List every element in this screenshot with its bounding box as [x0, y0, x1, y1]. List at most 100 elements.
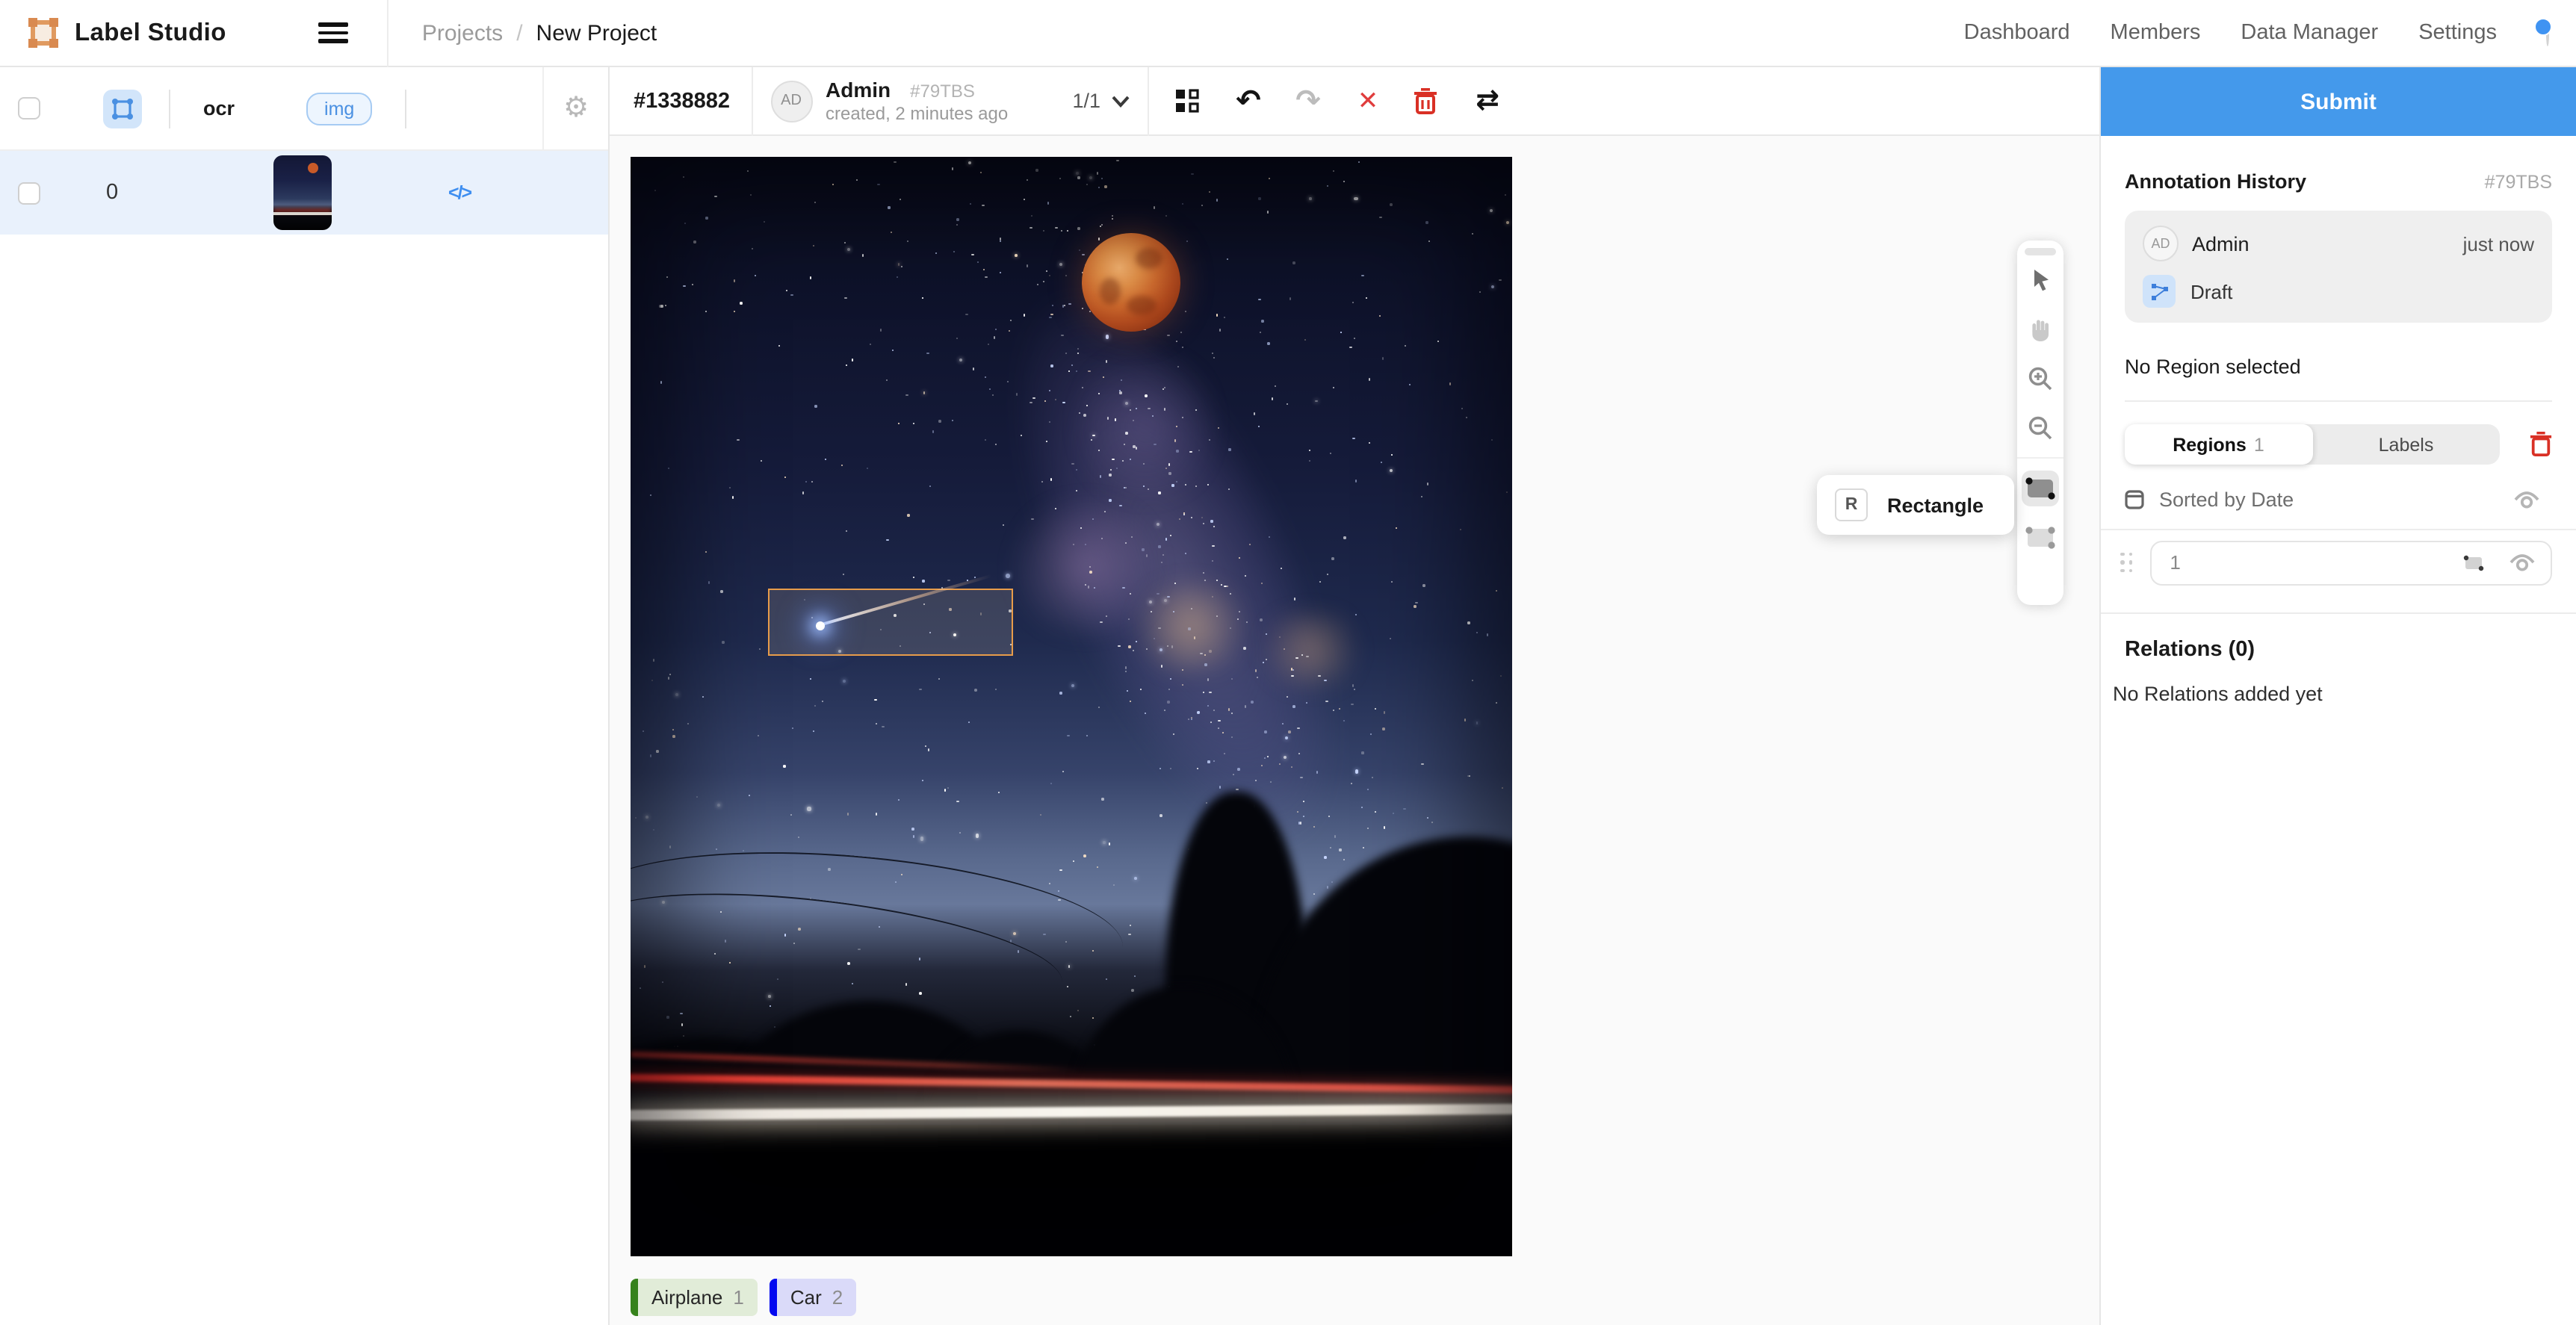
- region-item-box[interactable]: 1: [2150, 540, 2552, 585]
- history-user-name: Admin: [2192, 232, 2250, 255]
- user-avatar[interactable]: [2546, 21, 2549, 45]
- nav-dashboard[interactable]: Dashboard: [1964, 21, 2070, 45]
- annotation-image[interactable]: [631, 157, 1512, 1256]
- tools-drag-handle[interactable]: [2025, 248, 2056, 255]
- label-chip-airplane[interactable]: Airplane 1: [631, 1279, 758, 1316]
- car-color-bar: [770, 1279, 777, 1316]
- column-ocr-label[interactable]: ocr: [203, 97, 235, 120]
- breadcrumb-projects[interactable]: Projects: [422, 20, 503, 46]
- nav-settings[interactable]: Settings: [2418, 21, 2497, 45]
- region-rectangle-icon: [2462, 553, 2485, 571]
- hamburger-menu-icon[interactable]: [319, 22, 349, 43]
- zoom-in-tool[interactable]: [2017, 354, 2063, 403]
- toolbar-divider-1: [751, 66, 752, 135]
- sort-row: Sorted by Date: [2125, 488, 2552, 511]
- code-icon[interactable]: </>: [448, 151, 471, 235]
- toggle-all-visibility-eye-icon[interactable]: [2513, 490, 2540, 509]
- task-row-selected[interactable]: 0 </>: [0, 151, 608, 235]
- canvas-tools-panel: [2017, 241, 2063, 605]
- annotation-pager[interactable]: 1/1: [1072, 90, 1129, 112]
- delete-annotation-icon[interactable]: [1413, 87, 1443, 114]
- swap-view-icon[interactable]: ⇄: [1473, 87, 1502, 115]
- delete-regions-icon[interactable]: [2530, 432, 2552, 457]
- pager-count: 1/1: [1072, 90, 1100, 112]
- sort-order-icon[interactable]: [2125, 490, 2144, 509]
- no-region-selected-text: No Region selected: [2125, 356, 2552, 378]
- label-studio-app: Label Studio Projects / New Project Dash…: [0, 0, 2576, 1325]
- rectangle-tool-icon: [2023, 473, 2058, 503]
- region-index: 1: [2170, 551, 2180, 574]
- annotation-sidebar: Submit Annotation History #79TBS AD Admi…: [2099, 67, 2576, 1325]
- history-title: Annotation History: [2125, 170, 2306, 193]
- tab-regions-count: 1: [2254, 434, 2264, 455]
- gear-icon[interactable]: ⚙: [563, 91, 589, 125]
- top-nav-links: Dashboard Members Data Manager Settings: [1964, 21, 2576, 45]
- region-drag-handle[interactable]: [2120, 552, 2132, 573]
- history-status: Draft: [2190, 280, 2232, 302]
- history-entry-card[interactable]: AD Admin just now Draft: [2125, 211, 2552, 323]
- column-img-badge[interactable]: img: [306, 92, 372, 125]
- toolbar-actions: ↶ ↷ ✕ ⇄: [1174, 86, 1502, 116]
- annotator-name: Admin: [826, 77, 891, 101]
- move-tool[interactable]: [2017, 255, 2063, 305]
- annotation-column-icon[interactable]: [103, 89, 142, 128]
- cursor-icon: [2028, 267, 2052, 293]
- airplane-hotkey: 1: [733, 1286, 743, 1309]
- region-list-item[interactable]: 1: [2125, 530, 2552, 595]
- relations-empty-text: No Relations added yet: [2113, 683, 2552, 705]
- nav-data-manager[interactable]: Data Manager: [2241, 21, 2378, 45]
- history-time: just now: [2463, 232, 2534, 255]
- label-chip-car[interactable]: Car 2: [770, 1279, 856, 1316]
- car-hotkey: 2: [832, 1286, 843, 1309]
- annotation-history-header: Annotation History #79TBS: [2125, 170, 2552, 193]
- task-thumbnail[interactable]: [273, 155, 332, 230]
- sidebar-divider: [2125, 400, 2552, 402]
- car-label: Car: [790, 1286, 822, 1309]
- undo-icon[interactable]: ↶: [1233, 86, 1263, 116]
- zoom-out-tool[interactable]: [2017, 403, 2063, 453]
- task-id: #1338882: [610, 89, 751, 113]
- task-list-panel: ocr img ⚙ 0 </>: [0, 67, 610, 1325]
- task-row-checkbox[interactable]: [18, 181, 40, 204]
- annotator-block[interactable]: AD Admin #79TBS created, 2 minutes ago 1…: [770, 77, 1147, 124]
- pan-tool[interactable]: [2017, 305, 2063, 354]
- task-list-header: ocr img ⚙: [0, 67, 608, 151]
- annotator-avatar: AD: [770, 80, 812, 122]
- hand-icon: [2028, 317, 2053, 342]
- label-studio-logo-icon: [27, 16, 60, 49]
- annotation-id: #79TBS: [910, 81, 975, 102]
- tab-labels[interactable]: Labels: [2312, 424, 2500, 465]
- top-navigation-bar: Label Studio Projects / New Project Dash…: [0, 0, 2576, 67]
- submit-button[interactable]: Submit: [2101, 67, 2576, 136]
- annotator-names: Admin #79TBS created, 2 minutes ago: [826, 77, 1008, 124]
- zoom-out-icon: [2028, 415, 2053, 441]
- three-point-rectangle-tool[interactable]: [2017, 512, 2063, 562]
- three-point-rectangle-icon: [2023, 522, 2058, 552]
- redo-icon[interactable]: ↷: [1293, 86, 1323, 116]
- tab-labels-label: Labels: [2379, 434, 2434, 455]
- column-settings-zone: ⚙: [542, 67, 608, 149]
- notification-dot: [2534, 18, 2552, 36]
- region-visibility-eye-icon[interactable]: [2509, 553, 2536, 572]
- toolbar-divider-2: [1147, 66, 1148, 135]
- topbar-divider: [388, 0, 389, 66]
- sort-label[interactable]: Sorted by Date: [2159, 488, 2294, 511]
- rectangle-region-annotation[interactable]: [768, 589, 1013, 656]
- nav-members[interactable]: Members: [2111, 21, 2201, 45]
- breadcrumb: Projects / New Project: [422, 20, 657, 46]
- reset-icon[interactable]: ✕: [1353, 88, 1383, 114]
- segmented-control: Regions 1 Labels: [2125, 424, 2500, 465]
- header-divider-2: [405, 89, 406, 128]
- zoom-in-icon: [2028, 366, 2053, 391]
- app-title: Label Studio: [75, 19, 226, 47]
- airplane-label: Airplane: [651, 1286, 722, 1309]
- airplane-color-bar: [631, 1279, 638, 1316]
- tab-regions[interactable]: Regions 1: [2125, 424, 2312, 465]
- select-all-checkbox[interactable]: [18, 97, 40, 120]
- grid-view-icon[interactable]: [1174, 88, 1204, 114]
- rectangle-tool-selected[interactable]: [2017, 463, 2063, 512]
- task-row-id: 0: [106, 181, 118, 205]
- regions-labels-tabs: Regions 1 Labels: [2125, 424, 2552, 465]
- header-divider: [169, 89, 170, 128]
- dark-ground: [631, 1125, 1512, 1256]
